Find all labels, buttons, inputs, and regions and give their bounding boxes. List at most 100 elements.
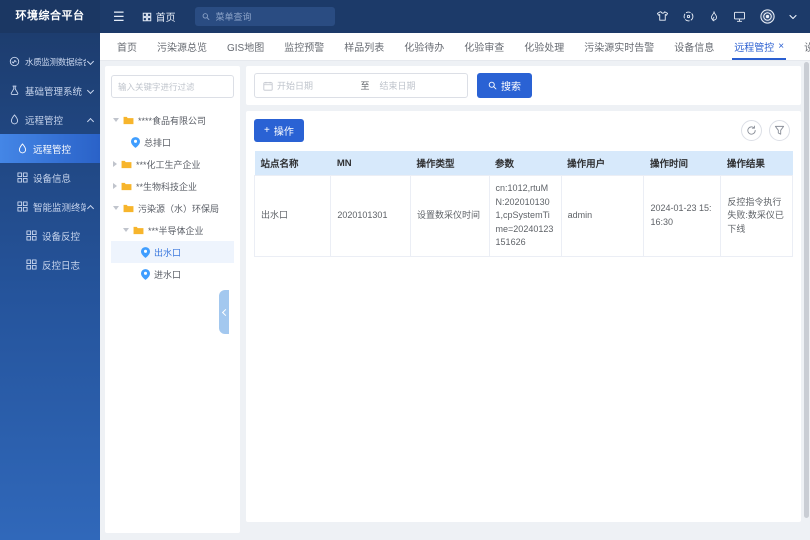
content-area: ****食品有限公司 总排口 ***化工生产企业 [100,61,810,540]
menu-search-input[interactable] [214,11,328,23]
tree-node-food-company[interactable]: ****食品有限公司 [111,109,234,131]
sidebar-item-label: 设备反控 [42,229,80,243]
hamburger-menu-icon[interactable]: ☰ [113,10,125,23]
tab-label: 污染源实时告警 [584,39,654,54]
tree-filter-input[interactable] [111,75,234,98]
start-date-placeholder[interactable]: 开始日期 [277,79,357,92]
tree-node-water-inlet[interactable]: 进水口 [111,263,234,285]
table-row[interactable]: 出水口 2020101301 设置数采仪时间 cn:1012,rtuMN:202… [255,176,793,257]
column-header: 操作用户 [561,151,644,176]
caret-down-icon[interactable] [113,118,119,122]
tab-remote-control[interactable]: 远程管控 × [724,33,794,60]
chevron-down-icon [87,87,94,94]
site-tree: ****食品有限公司 总排口 ***化工生产企业 [111,109,234,285]
date-range-picker[interactable]: 开始日期 至 结束日期 [254,73,468,98]
sidebar-item-device-info[interactable]: 设备信息 [0,163,100,192]
cell-mn: 2020101301 [331,176,411,257]
tab-label: 样品列表 [344,39,384,54]
tab-bar: 首页 污染源总览 GIS地图 监控预警 样品列表 化验待办 化验审查 化验处理 … [100,33,810,61]
tab-device-reverse-control[interactable]: 设备反控 [794,33,810,60]
tab-lab-review[interactable]: 化验审查 [454,33,514,60]
sidebar-item-smart-terminal[interactable]: 智能监测终端 [0,192,100,221]
caret-down-icon[interactable] [113,206,119,210]
sidebar-item-label: 远程管控 [25,113,63,127]
tab-label: 设备信息 [674,39,714,54]
flame-icon[interactable] [708,10,720,23]
sidebar-item-reverse-control-log[interactable]: 反控日志 [0,250,100,279]
tab-label: 设备反控 [804,39,810,54]
tab-device-info[interactable]: 设备信息 [664,33,724,60]
folder-icon [121,182,132,191]
calendar-icon [263,81,273,91]
search-button[interactable]: 搜索 [477,73,532,98]
tab-close-icon[interactable]: × [778,42,784,52]
grid-icon [17,201,28,212]
tree-node-epa-bureau[interactable]: 污染源（水）环保局 [111,197,234,219]
sidebar-item-device-reverse-control[interactable]: 设备反控 [0,221,100,250]
tab-pollution-overview[interactable]: 污染源总览 [147,33,217,60]
end-date-placeholder[interactable]: 结束日期 [374,79,460,92]
tree-node-label: 出水口 [154,246,181,259]
tree-node-biotech-company[interactable]: **生物科技企业 [111,175,234,197]
tab-home[interactable]: 首页 [107,33,147,60]
map-pin-icon [141,247,150,258]
folder-icon [133,226,144,235]
folder-icon [121,160,132,169]
panel-collapse-handle[interactable] [219,290,229,334]
tab-label: 远程管控 [734,39,774,54]
folder-icon [123,204,134,213]
grid-icon [26,230,37,241]
main-panel: 开始日期 至 结束日期 搜索 + 操作 [246,66,801,522]
tree-node-label: ***化工生产企业 [136,158,201,171]
column-settings-icon[interactable] [769,120,790,141]
tree-node-semiconductor-company[interactable]: ***半导体企业 [111,219,234,241]
chevron-down-icon[interactable] [789,14,797,20]
tab-label: 监控预警 [284,39,324,54]
sidebar-item-remote-control[interactable]: 远程管控 [0,134,100,163]
search-filter-card: 开始日期 至 结束日期 搜索 [246,66,801,105]
main-column: ☰ 首页 首页 污染源总览 GIS地图 监控预警 [100,0,810,540]
tab-realtime-alert[interactable]: 污染源实时告警 [574,33,664,60]
search-button-label: 搜索 [501,78,521,93]
sidebar-item-remote-control-group[interactable]: 远程管控 [0,105,100,134]
menu-search-box[interactable] [195,7,335,26]
tab-lab-todo[interactable]: 化验待办 [394,33,454,60]
vertical-scrollbar[interactable] [804,62,809,518]
droplet-icon [9,114,20,125]
tab-gis-map[interactable]: GIS地图 [217,33,274,60]
column-header: 操作结果 [721,151,793,176]
tree-node-label: 进水口 [154,268,181,281]
cell-operation-type: 设置数采仪时间 [411,176,490,257]
tree-node-chemical-company[interactable]: ***化工生产企业 [111,153,234,175]
cell-site-name: 出水口 [255,176,331,257]
sidebar-item-water-quality-analysis[interactable]: 水质监测数据综合分析 [0,47,100,76]
app-title: 环境综合平台 [0,0,100,33]
tab-label: 首页 [117,39,137,54]
tab-sample-list[interactable]: 样品列表 [334,33,394,60]
refresh-icon[interactable] [741,120,762,141]
caret-right-icon[interactable] [113,183,117,189]
theme-shirt-icon[interactable] [656,10,669,23]
tree-node-main-outlet[interactable]: 总排口 [111,131,234,153]
tab-label: 化验审查 [464,39,504,54]
column-header: 操作时间 [644,151,721,176]
segmented-circle-icon[interactable] [682,10,695,23]
cell-operation-user: admin [561,176,644,257]
sidebar-item-base-management[interactable]: 基础管理系统 [0,76,100,105]
app-root: 环境综合平台 水质监测数据综合分析 基础管理系统 远程管控 远程管控 [0,0,810,540]
caret-down-icon[interactable] [123,228,129,232]
tree-node-water-outlet[interactable]: 出水口 [111,241,234,263]
log-table-card: + 操作 站点名称 MN [246,111,801,522]
tree-filter [111,75,234,98]
tab-lab-process[interactable]: 化验处理 [514,33,574,60]
tab-label: 污染源总览 [157,39,207,54]
breadcrumb-home-label: 首页 [156,9,176,24]
operation-button[interactable]: + 操作 [254,119,304,142]
breadcrumb-home[interactable]: 首页 [142,9,176,24]
caret-right-icon[interactable] [113,161,117,167]
tab-monitor-warning[interactable]: 监控预警 [274,33,334,60]
avatar[interactable] [759,8,776,25]
tab-label: 化验处理 [524,39,564,54]
monitor-icon[interactable] [733,10,746,23]
sidebar-item-label: 设备信息 [33,171,71,185]
